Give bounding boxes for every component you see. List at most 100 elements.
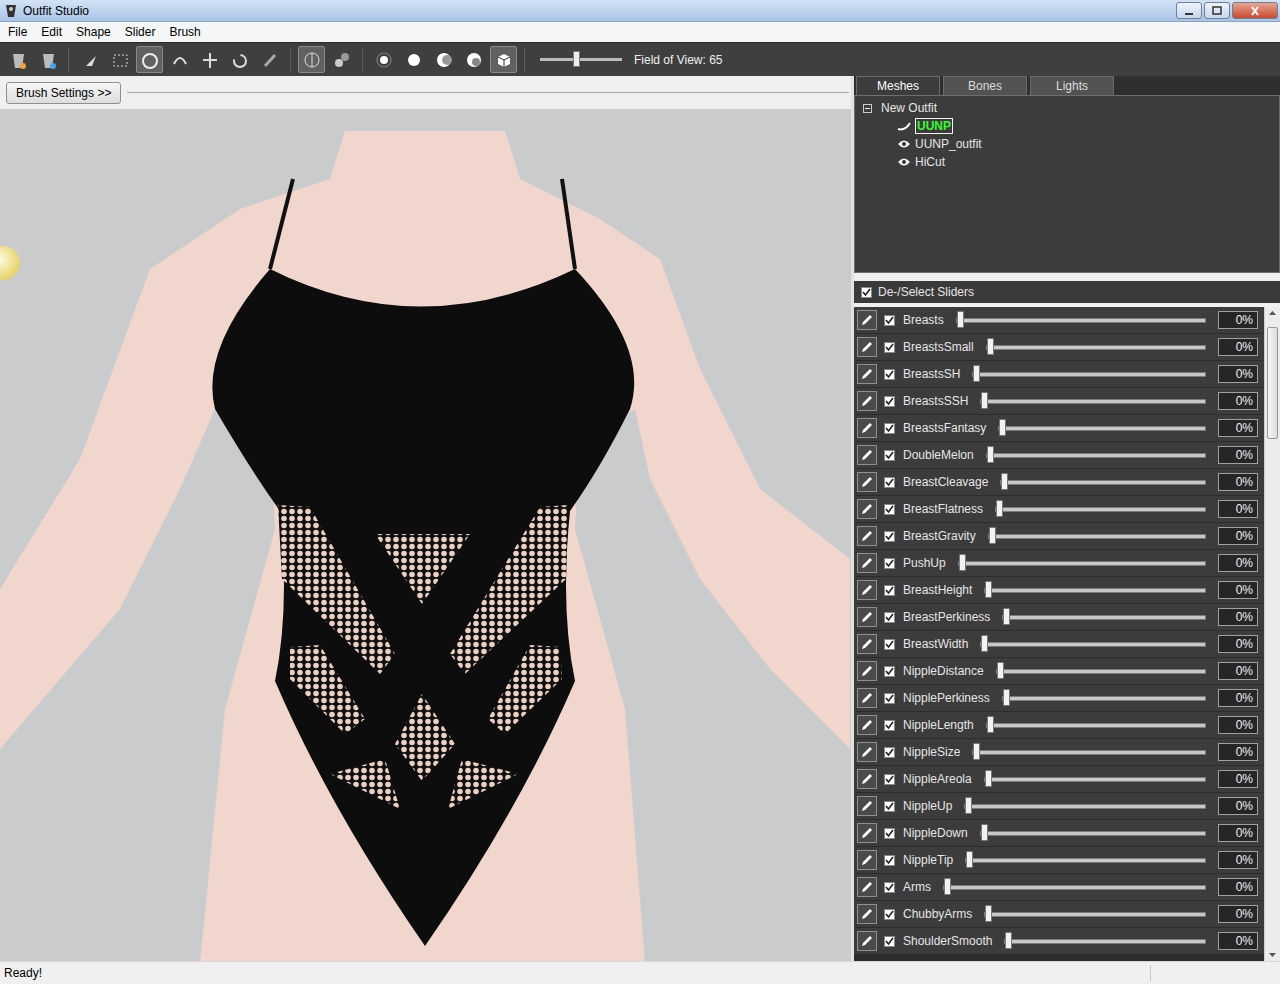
tool-button[interactable] — [4, 46, 31, 73]
brush-settings-button[interactable]: Brush Settings >> — [6, 82, 121, 104]
slider-track[interactable] — [996, 669, 1206, 674]
slider-track[interactable] — [1004, 939, 1206, 944]
slider-track[interactable] — [988, 534, 1206, 539]
tool-button[interactable] — [370, 46, 397, 73]
slider-value[interactable]: 0% — [1218, 932, 1258, 950]
slider-thumb[interactable] — [973, 743, 980, 760]
checkbox[interactable] — [884, 639, 895, 650]
slider-thumb[interactable] — [957, 311, 964, 328]
tree-item-label[interactable]: UUNP — [915, 118, 953, 134]
slider-value[interactable]: 0% — [1218, 716, 1258, 734]
tool-button[interactable] — [328, 46, 355, 73]
tool-button[interactable] — [298, 46, 325, 73]
tool-button[interactable] — [34, 46, 61, 73]
fov-slider-thumb[interactable] — [573, 51, 580, 67]
checkbox[interactable] — [884, 504, 895, 515]
checkbox[interactable] — [884, 747, 895, 758]
edit-button[interactable] — [857, 823, 877, 843]
slider-thumb[interactable] — [1005, 932, 1012, 949]
fov-slider[interactable] — [540, 58, 622, 61]
edit-button[interactable] — [857, 499, 877, 519]
checkbox[interactable] — [884, 693, 895, 704]
slider-track[interactable] — [964, 804, 1206, 809]
checkbox[interactable] — [884, 477, 895, 488]
edit-button[interactable] — [857, 607, 877, 627]
checkbox[interactable] — [884, 369, 895, 380]
slider-value[interactable]: 0% — [1218, 554, 1258, 572]
slider-value[interactable]: 0% — [1218, 446, 1258, 464]
tree-root[interactable]: New Outfit — [863, 99, 1279, 117]
slider-thumb[interactable] — [999, 419, 1006, 436]
slider-track[interactable] — [1002, 696, 1206, 701]
slider-thumb[interactable] — [966, 851, 973, 868]
edit-button[interactable] — [857, 310, 877, 330]
slider-track[interactable] — [980, 399, 1206, 404]
edit-button[interactable] — [857, 418, 877, 438]
checkbox[interactable] — [884, 909, 895, 920]
slider-thumb[interactable] — [996, 500, 1003, 517]
slider-value[interactable]: 0% — [1218, 527, 1258, 545]
slider-thumb[interactable] — [985, 770, 992, 787]
menu-item[interactable]: File — [1, 23, 34, 41]
checkbox[interactable] — [884, 342, 895, 353]
checkbox[interactable] — [884, 855, 895, 866]
slider-value[interactable]: 0% — [1218, 473, 1258, 491]
tool-button[interactable] — [490, 46, 517, 73]
slider-thumb[interactable] — [1003, 689, 1010, 706]
edit-button[interactable] — [857, 364, 877, 384]
tree-item-label[interactable]: HiCut — [915, 155, 945, 169]
slider-thumb[interactable] — [981, 392, 988, 409]
slider-track[interactable] — [986, 345, 1206, 350]
slider-thumb[interactable] — [985, 581, 992, 598]
checkbox[interactable] — [884, 666, 895, 677]
tool-button[interactable] — [106, 46, 133, 73]
scrollbar[interactable] — [1264, 307, 1280, 961]
slider-value[interactable]: 0% — [1218, 311, 1258, 329]
slider-value[interactable]: 0% — [1218, 338, 1258, 356]
checkbox[interactable] — [884, 882, 895, 893]
slider-header-label[interactable]: De-/Select Sliders — [878, 285, 974, 299]
checkbox[interactable] — [884, 315, 895, 326]
slider-thumb[interactable] — [1001, 473, 1008, 490]
slider-thumb[interactable] — [985, 905, 992, 922]
edit-button[interactable] — [857, 904, 877, 924]
checkbox[interactable] — [861, 287, 872, 298]
tool-button[interactable] — [166, 46, 193, 73]
slider-thumb[interactable] — [959, 554, 966, 571]
tree-item[interactable]: UUNP_outfit — [863, 135, 1279, 153]
edit-button[interactable] — [857, 715, 877, 735]
slider-track[interactable] — [998, 426, 1206, 431]
slider-value[interactable]: 0% — [1218, 824, 1258, 842]
edit-button[interactable] — [857, 445, 877, 465]
edit-button[interactable] — [857, 553, 877, 573]
slider-track[interactable] — [943, 885, 1206, 890]
edit-button[interactable] — [857, 850, 877, 870]
slider-thumb[interactable] — [997, 662, 1004, 679]
slider-track[interactable] — [980, 642, 1206, 647]
slider-track[interactable] — [995, 507, 1206, 512]
menu-item[interactable]: Edit — [34, 23, 69, 41]
slider-value[interactable]: 0% — [1218, 743, 1258, 761]
tree-item[interactable]: UUNP — [863, 117, 1279, 135]
edit-button[interactable] — [857, 634, 877, 654]
checkbox[interactable] — [884, 558, 895, 569]
checkbox[interactable] — [884, 801, 895, 812]
slider-track[interactable] — [986, 723, 1206, 728]
menu-item[interactable]: Shape — [69, 23, 118, 41]
slider-value[interactable]: 0% — [1218, 392, 1258, 410]
edit-button[interactable] — [857, 391, 877, 411]
slider-value[interactable]: 0% — [1218, 878, 1258, 896]
tab[interactable]: Meshes — [856, 76, 940, 95]
slider-track[interactable] — [965, 858, 1206, 863]
checkbox[interactable] — [884, 423, 895, 434]
edit-button[interactable] — [857, 877, 877, 897]
tool-button[interactable] — [76, 46, 103, 73]
slider-value[interactable]: 0% — [1218, 608, 1258, 626]
edit-button[interactable] — [857, 769, 877, 789]
slider-thumb[interactable] — [989, 527, 996, 544]
checkbox[interactable] — [884, 450, 895, 461]
edit-button[interactable] — [857, 472, 877, 492]
checkbox[interactable] — [884, 531, 895, 542]
viewport-3d[interactable] — [0, 109, 851, 961]
slider-track[interactable] — [984, 777, 1206, 782]
